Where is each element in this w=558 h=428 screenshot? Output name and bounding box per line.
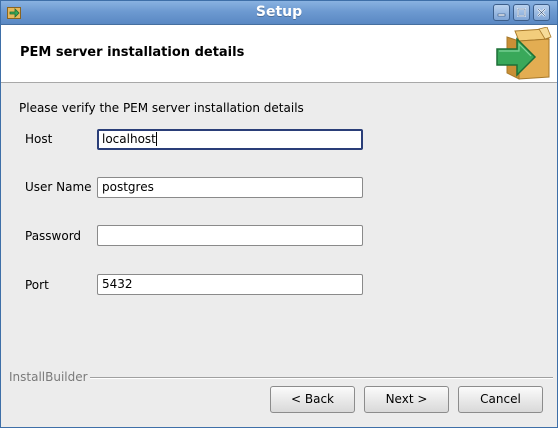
setup-window: Setup PEM server installation details Pl… — [0, 0, 558, 428]
intro-text: Please verify the PEM server installatio… — [19, 101, 304, 115]
maximize-button[interactable] — [513, 4, 530, 21]
minimize-icon — [497, 13, 506, 17]
title-bar[interactable]: Setup — [1, 1, 557, 25]
close-button[interactable] — [533, 4, 550, 21]
close-icon — [537, 8, 546, 17]
next-button[interactable]: Next > — [364, 386, 449, 413]
user-name-label: User Name — [25, 180, 92, 194]
user-name-value: postgres — [102, 180, 154, 194]
back-button[interactable]: < Back — [270, 386, 355, 413]
host-label: Host — [25, 132, 53, 146]
port-label: Port — [25, 278, 49, 292]
footer-divider — [90, 377, 553, 379]
install-box-icon — [496, 27, 552, 80]
password-label: Password — [25, 229, 82, 243]
window-title: Setup — [255, 4, 303, 20]
port-value: 5432 — [102, 277, 133, 291]
minimize-button[interactable] — [493, 4, 510, 21]
installbuilder-brand: InstallBuilder — [9, 370, 88, 384]
host-value: localhost — [102, 132, 156, 146]
password-field[interactable] — [97, 225, 363, 246]
port-field[interactable]: 5432 — [97, 274, 363, 295]
maximize-icon — [517, 8, 526, 17]
user-name-field[interactable]: postgres — [97, 177, 363, 198]
cancel-button[interactable]: Cancel — [458, 386, 543, 413]
page-header: PEM server installation details — [1, 25, 557, 83]
host-field[interactable]: localhost — [97, 129, 363, 150]
page-title: PEM server installation details — [20, 45, 245, 60]
text-caret — [155, 132, 157, 146]
